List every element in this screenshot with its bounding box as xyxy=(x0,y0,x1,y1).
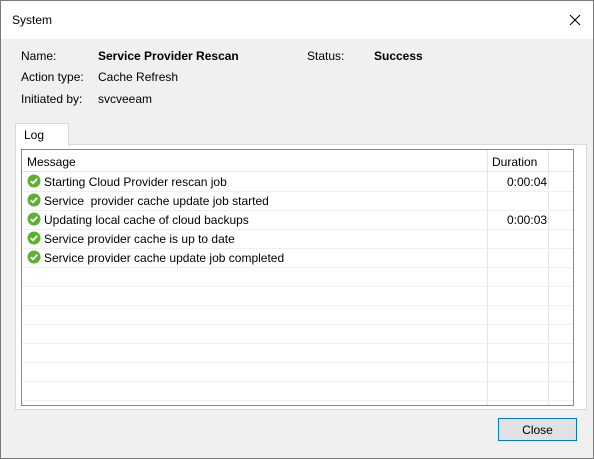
status-value: Success xyxy=(374,49,423,63)
initiated-by-value: svcveeam xyxy=(98,92,153,106)
close-icon[interactable] xyxy=(561,7,589,33)
success-check-icon xyxy=(27,174,41,188)
success-check-icon xyxy=(27,231,41,245)
log-row[interactable]: Service provider cache is up to date xyxy=(22,229,573,249)
log-row[interactable]: Starting Cloud Provider rescan job 0:00:0… xyxy=(22,172,573,192)
status-label: Status: xyxy=(307,49,345,63)
title-bar: System xyxy=(1,1,593,39)
log-row[interactable]: Service provider cache update job starte… xyxy=(22,191,573,211)
success-check-icon xyxy=(27,212,41,226)
close-button[interactable]: Close xyxy=(498,418,577,441)
system-dialog: System Name: Service Provider Rescan Sta… xyxy=(0,0,594,459)
action-type-value: Cache Refresh xyxy=(98,70,179,84)
empty-row xyxy=(22,267,573,287)
name-label: Name: xyxy=(21,49,57,63)
log-message: Service provider cache update job starte… xyxy=(44,194,269,208)
log-message: Starting Cloud Provider rescan job xyxy=(44,175,227,189)
empty-row xyxy=(22,381,573,401)
log-duration: 0:00:04 xyxy=(507,175,548,189)
empty-row xyxy=(22,305,573,325)
log-message: Updating local cache of cloud backups xyxy=(44,213,249,227)
success-check-icon xyxy=(27,193,41,207)
log-duration: 0:00:03 xyxy=(507,213,548,227)
initiated-by-label: Initiated by: xyxy=(21,92,83,106)
log-panel: Message Duration Starting Cloud Provider… xyxy=(15,144,587,410)
action-type-label: Action type: xyxy=(21,70,84,84)
success-check-icon xyxy=(27,250,41,264)
name-value: Service Provider Rescan xyxy=(98,49,239,63)
tab-log[interactable]: Log xyxy=(15,123,69,146)
log-grid[interactable]: Message Duration Starting Cloud Provider… xyxy=(21,149,574,406)
log-message: Service provider cache is up to date xyxy=(44,232,235,246)
window-title: System xyxy=(12,13,53,27)
log-row[interactable]: Updating local cache of cloud backups 0:0… xyxy=(22,210,573,230)
log-message: Service provider cache update job comple… xyxy=(44,251,285,265)
column-header-duration[interactable]: Duration xyxy=(492,155,537,169)
empty-row xyxy=(22,362,573,382)
empty-row xyxy=(22,286,573,306)
empty-row xyxy=(22,343,573,363)
log-header: Message Duration xyxy=(22,150,573,172)
column-header-message[interactable]: Message xyxy=(27,155,76,169)
tab-log-label: Log xyxy=(24,128,45,142)
log-row[interactable]: Service provider cache update job comple… xyxy=(22,248,573,268)
empty-row xyxy=(22,324,573,344)
